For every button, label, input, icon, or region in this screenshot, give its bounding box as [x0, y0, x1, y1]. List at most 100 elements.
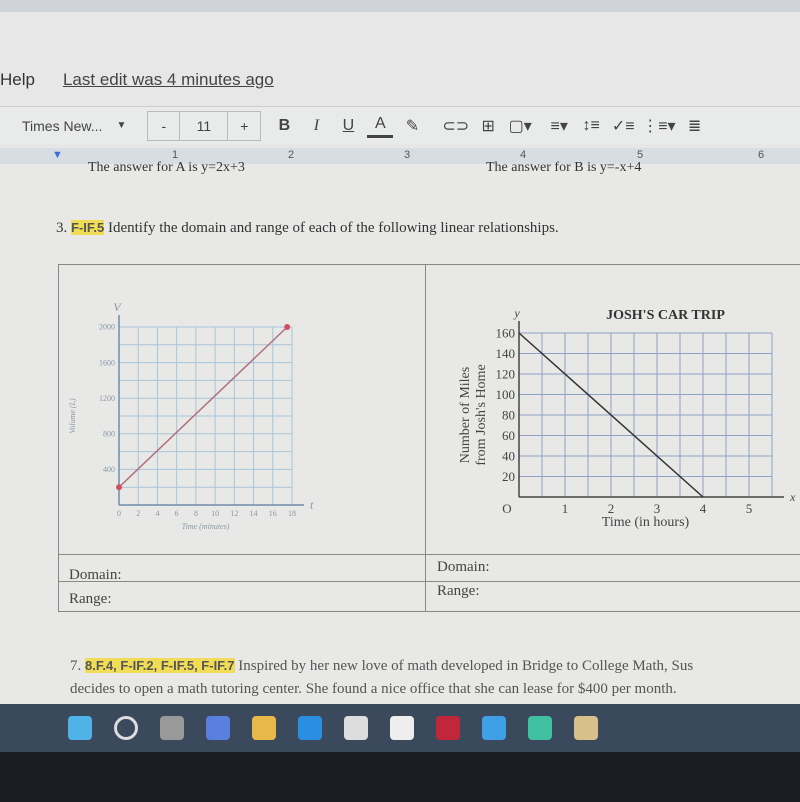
previous-answer-b: The answer for B is y=-x+4 [486, 160, 642, 175]
bullet-list-icon[interactable]: ⋮≡▾ [642, 111, 675, 141]
x-tick-label: 0 [117, 509, 121, 518]
domain-label-a: Domain: [69, 567, 122, 583]
y-axis-label: Number of Miles [458, 367, 473, 463]
search-icon[interactable] [114, 716, 138, 740]
range-label-b: Range: [437, 583, 480, 599]
y-tick-label: 1200 [99, 394, 115, 403]
font-size-stepper: - 11 + [147, 110, 262, 141]
x-axis-label: Time (in hours) [602, 515, 690, 530]
decrease-font-button[interactable]: - [148, 111, 181, 140]
chart-title: JOSH'S CAR TRIP [606, 308, 725, 323]
question-text-line: Inspired by her new love of math develop… [238, 658, 694, 674]
line-spacing-icon[interactable]: ↕≡ [578, 111, 604, 141]
x-tick-label: 2 [136, 509, 140, 518]
font-size-input[interactable]: 11 [180, 111, 229, 140]
x-tick-label: 3 [654, 501, 661, 516]
indent-marker-icon[interactable]: ▼ [52, 149, 63, 161]
y-axis-label: Volume (L) [68, 398, 77, 434]
question-7: 7. 8.F.4, F-IF.2, F-IF.5, F-IF.7 Inspire… [70, 654, 800, 701]
data-point [284, 324, 291, 330]
menu-help[interactable]: Help [0, 70, 35, 94]
link-icon[interactable]: ⊂⊃ [442, 111, 469, 141]
increase-font-button[interactable]: + [228, 112, 260, 140]
x-tick-label: 6 [175, 509, 179, 518]
store-icon[interactable] [344, 716, 368, 740]
x-tick-label: 18 [288, 509, 296, 518]
car-trip-chart: x y O 1 2 3 4 5 20 40 60 80 100 120 140 160 Time (in hou… [458, 306, 796, 530]
x-axis-variable: t [310, 498, 314, 512]
y-tick-label: 40 [502, 448, 515, 463]
underline-button[interactable]: U [335, 111, 361, 141]
title-bar [0, 0, 800, 12]
y-tick-label: 20 [502, 469, 515, 484]
data-line [118, 326, 288, 488]
x-tick-label: 2 [608, 501, 615, 516]
x-tick-label: 8 [194, 509, 198, 518]
x-tick-label: 4 [155, 509, 159, 518]
edge-icon[interactable] [298, 716, 322, 740]
x-tick-label: 12 [230, 509, 238, 518]
highlighter-icon[interactable]: ✎ [399, 111, 425, 141]
question-3: 3. F-IF.5 Identify the domain and range … [56, 220, 559, 237]
image-icon[interactable]: ▢▾ [507, 111, 533, 141]
comment-icon[interactable]: ⊞ [475, 111, 501, 141]
y-tick-label: 2000 [99, 323, 115, 332]
x-tick-label: 14 [250, 509, 258, 518]
y-tick-label: 120 [496, 366, 516, 381]
y-tick-label: 800 [103, 429, 115, 438]
task-view-icon[interactable] [160, 716, 184, 740]
y-tick-label: 1600 [99, 358, 115, 367]
y-axis-label: from Josh's Home [474, 364, 489, 465]
help-icon[interactable] [482, 716, 506, 740]
x-tick-label: 16 [269, 509, 277, 518]
y-tick-label: 60 [502, 428, 515, 443]
question-number: 3. [56, 220, 68, 236]
standard-tag: 8.F.4, F-IF.2, F-IF.5, F-IF.7 [85, 658, 235, 673]
previous-answer-a: The answer for A is y=2x+3 [88, 160, 245, 175]
divider [59, 581, 800, 582]
chevron-down-icon[interactable]: ▼ [108, 111, 134, 141]
data-point [116, 484, 122, 491]
volume-chart: t V 0 2 4 6 8 10 12 14 16 18 400 800 1200 1600 2000 Time … [68, 300, 314, 531]
mcafee-icon[interactable] [436, 716, 460, 740]
question-text: Identify the domain and range of each of… [107, 220, 559, 236]
menu-bar: Help Last edit was 4 minutes ago [0, 70, 274, 94]
numbered-list-icon[interactable]: ≣ [682, 111, 708, 141]
x-tick-label: 10 [211, 509, 219, 518]
y-tick-label: 160 [496, 325, 516, 340]
toolbar: Times New... ▼ - 11 + B I U A ✎ ⊂⊃ ⊞ ▢▾ … [0, 106, 800, 144]
divider [59, 554, 800, 555]
y-axis-variable: V [113, 300, 122, 314]
text-color-button[interactable]: A [367, 114, 394, 138]
chat-icon[interactable] [206, 716, 230, 740]
app-icon[interactable] [390, 716, 414, 740]
y-tick-label: 100 [496, 387, 516, 402]
onedrive-icon[interactable] [574, 716, 598, 740]
italic-button[interactable]: I [303, 111, 329, 141]
x-tick-label: 4 [700, 501, 707, 516]
document-page[interactable]: The answer for A is y=2x+3 The answer fo… [0, 160, 800, 704]
bold-button[interactable]: B [271, 111, 297, 141]
font-select[interactable]: Times New... [22, 111, 102, 141]
standard-tag: F-IF.5 [71, 220, 105, 235]
y-tick-label: 400 [103, 465, 115, 474]
y-tick-label: 140 [496, 346, 516, 361]
align-icon[interactable]: ≡▾ [546, 111, 572, 141]
domain-label-b: Domain: [437, 559, 490, 575]
file-explorer-icon[interactable] [252, 716, 276, 740]
taskbar [0, 704, 800, 752]
ruler-mark: 3 [404, 149, 411, 161]
windows-start-icon[interactable] [68, 716, 92, 740]
y-tick-label: 80 [502, 407, 515, 422]
range-label-a: Range: [69, 591, 112, 607]
x-axis-label: Time (minutes) [182, 522, 230, 531]
question-text-line: decides to open a math tutoring center. … [70, 681, 677, 697]
x-tick-label: 1 [562, 501, 569, 516]
edge-beta-icon[interactable] [528, 716, 552, 740]
last-edit-link[interactable]: Last edit was 4 minutes ago [63, 70, 274, 94]
x-tick-label: 5 [746, 501, 753, 516]
checklist-icon[interactable]: ✓≡ [610, 111, 636, 141]
ruler-mark: 6 [758, 149, 765, 161]
question-table: Domain: Range: Domain: Range: t V 0 2 4 6 8 10 1… [58, 264, 800, 612]
x-axis-variable: x [789, 490, 796, 504]
